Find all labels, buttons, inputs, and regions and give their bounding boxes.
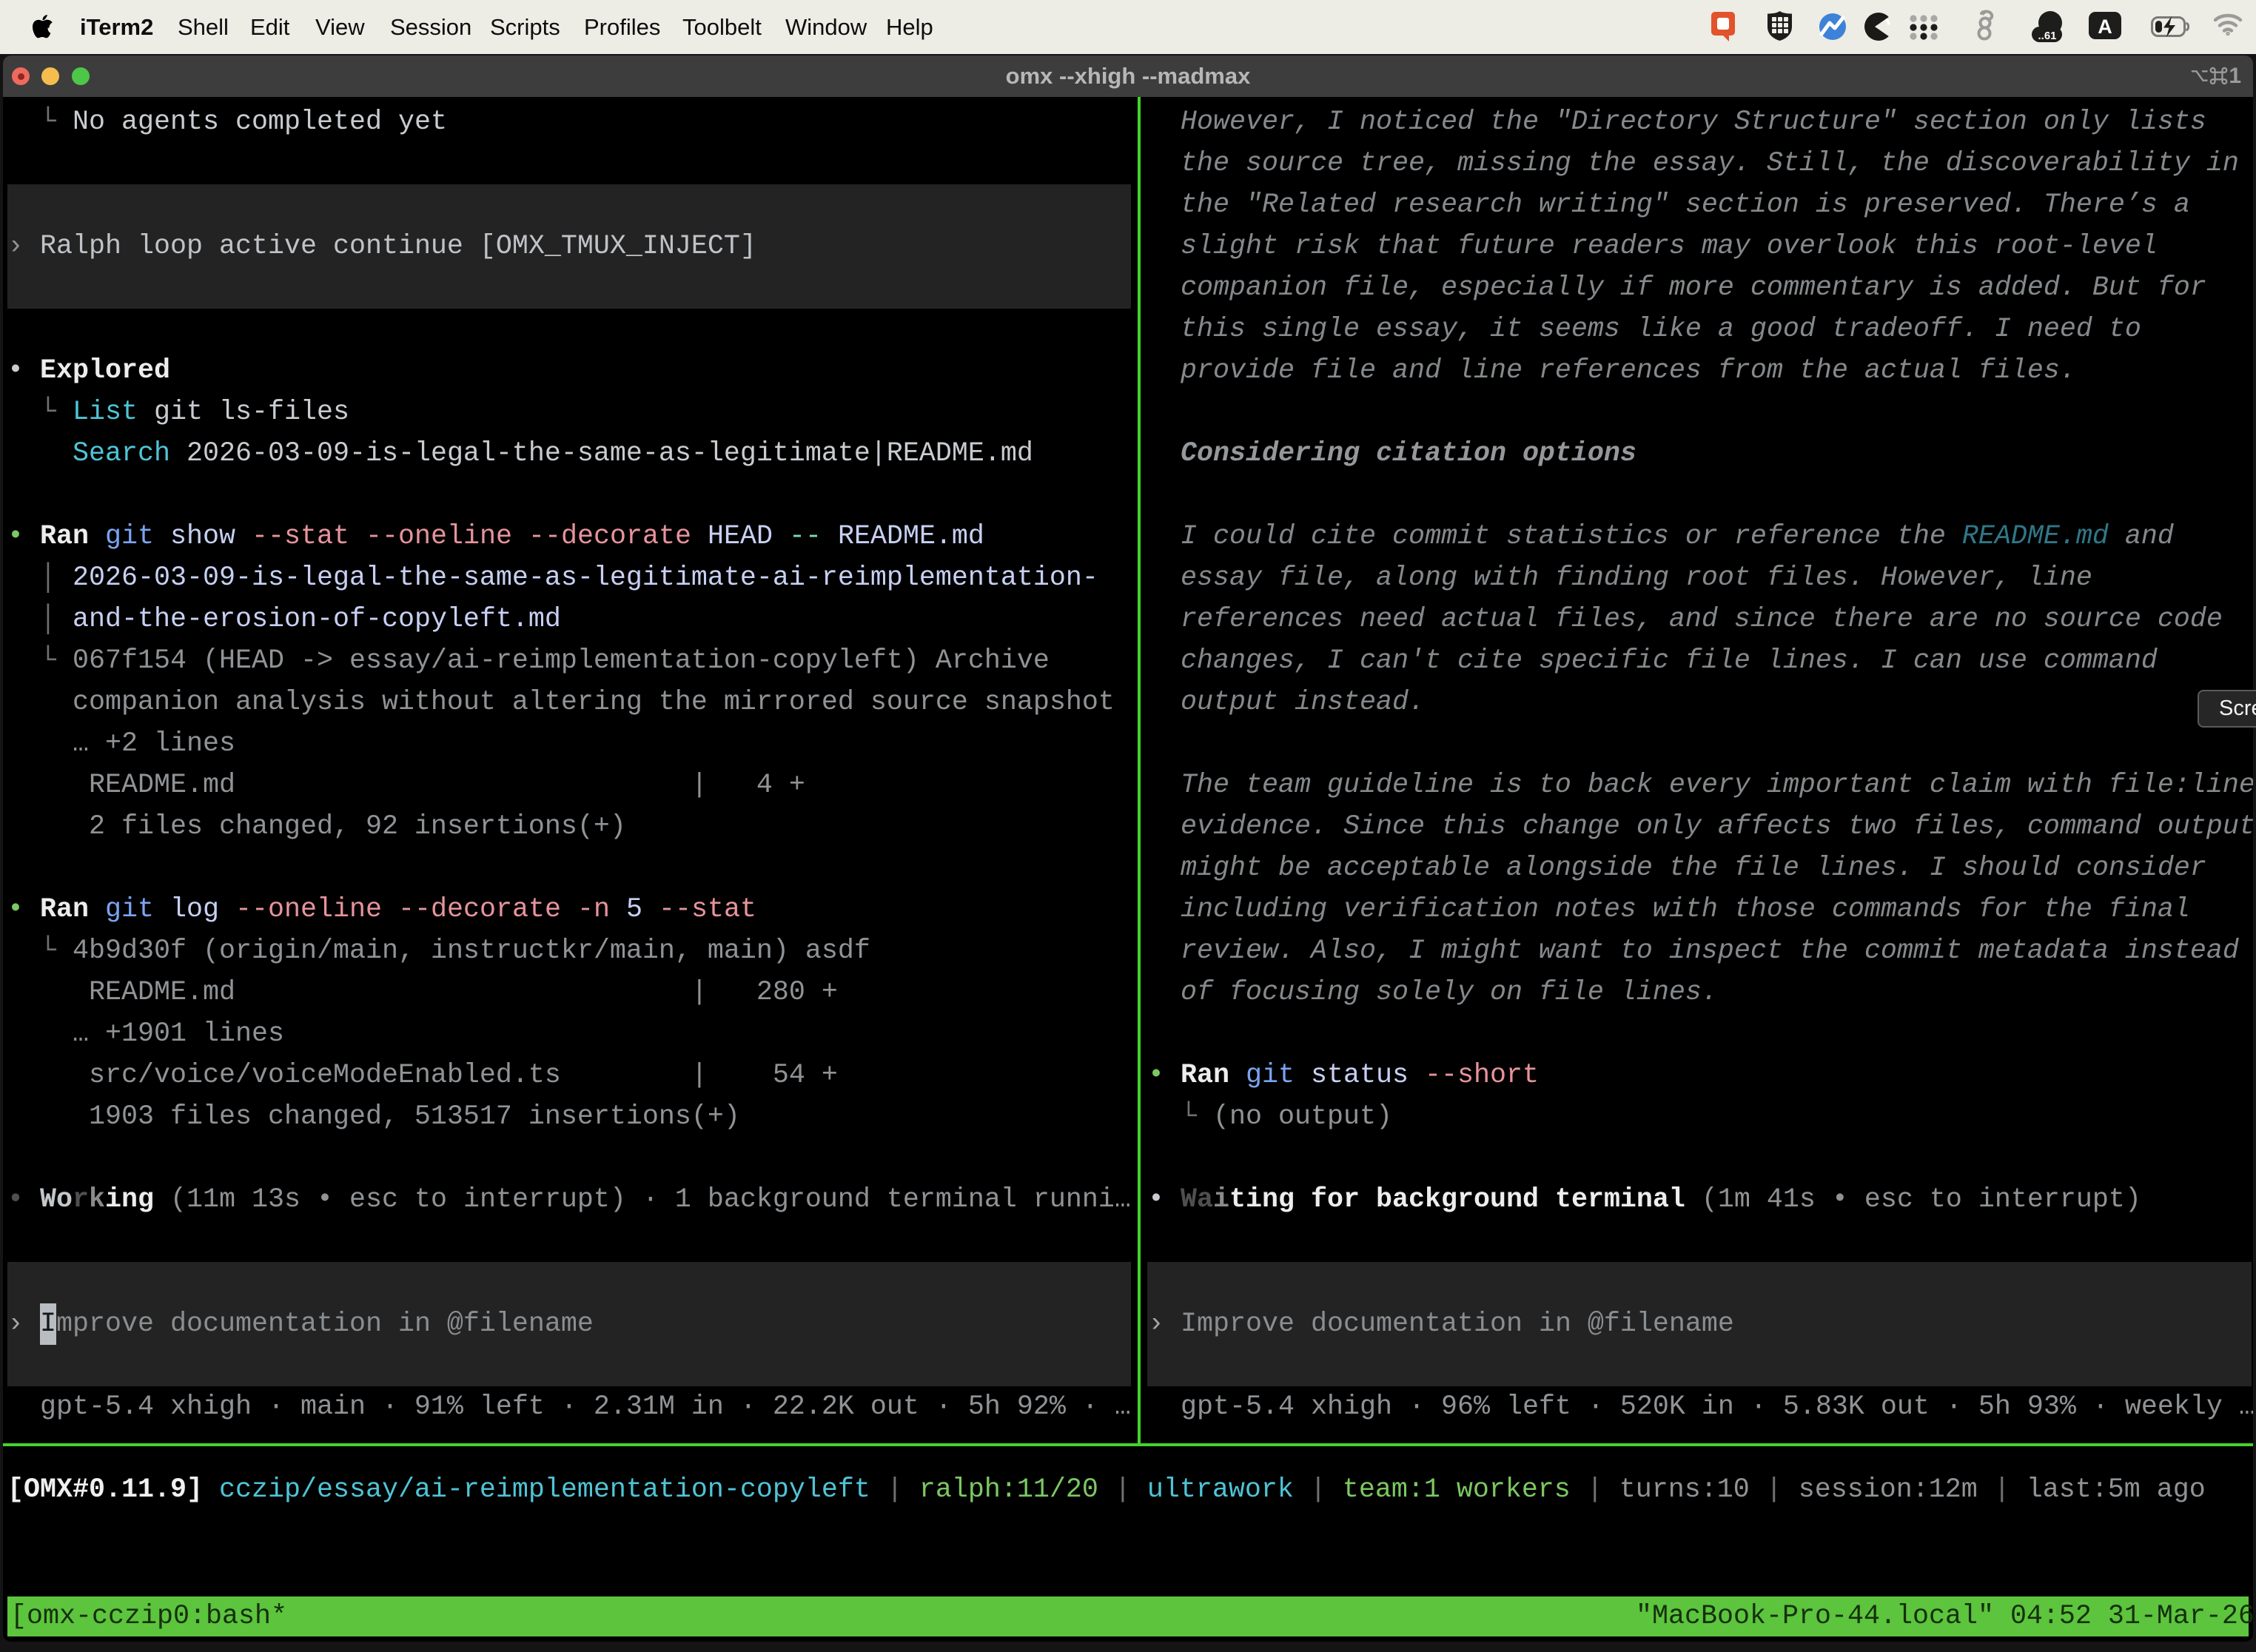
svg-text:..61: ..61 [2038, 30, 2056, 42]
svg-text:A: A [2098, 16, 2112, 38]
